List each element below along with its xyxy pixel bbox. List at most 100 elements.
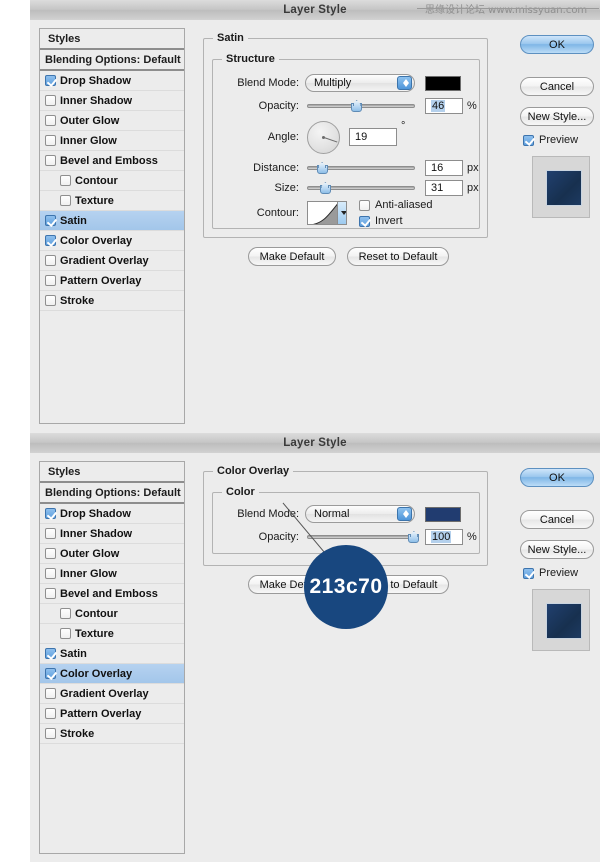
- dialog2-styles-header: Styles: [40, 462, 184, 483]
- checkbox-preview[interactable]: [523, 567, 534, 579]
- slider-thumb[interactable]: [316, 162, 328, 174]
- checkbox-color-overlay[interactable]: [45, 668, 56, 679]
- cancel-button[interactable]: Cancel: [520, 510, 594, 529]
- sidebar-item-outer-glow[interactable]: Outer Glow: [40, 544, 184, 564]
- sidebar-item-satin[interactable]: Satin: [40, 644, 184, 664]
- checkbox-texture[interactable]: [60, 628, 71, 639]
- sidebar-item-label: Inner Glow: [60, 567, 117, 580]
- checkbox-inner-shadow[interactable]: [45, 528, 56, 539]
- angle-input[interactable]: 19: [349, 128, 397, 146]
- blend-mode-row: Blend Mode: Normal: [213, 505, 481, 523]
- new-style-button[interactable]: New Style...: [520, 540, 594, 559]
- new-style-button[interactable]: New Style...: [520, 107, 594, 126]
- styles-header-label: Styles: [48, 32, 81, 45]
- dialog1-blending-options[interactable]: Blending Options: Default: [40, 50, 184, 71]
- contour-preset-picker[interactable]: [307, 201, 347, 225]
- checkbox-satin[interactable]: [45, 215, 56, 226]
- sidebar-item-pattern-overlay[interactable]: Pattern Overlay: [40, 704, 184, 724]
- distance-input[interactable]: 16: [425, 160, 463, 176]
- sidebar-item-drop-shadow[interactable]: Drop Shadow: [40, 71, 184, 91]
- slider-thumb[interactable]: [319, 182, 331, 194]
- blend-color-swatch[interactable]: [425, 75, 461, 91]
- checkbox-satin[interactable]: [45, 648, 56, 659]
- preview-row[interactable]: Preview: [523, 567, 578, 579]
- sidebar-item-label: Satin: [60, 647, 87, 660]
- sidebar-item-texture[interactable]: Texture: [40, 624, 184, 644]
- sidebar-item-contour[interactable]: Contour: [40, 171, 184, 191]
- opacity-slider[interactable]: [307, 530, 420, 544]
- color-group-label: Color: [222, 486, 259, 498]
- make-default-label: Make Default: [259, 250, 325, 263]
- sidebar-item-inner-glow[interactable]: Inner Glow: [40, 131, 184, 151]
- slider-thumb[interactable]: [408, 531, 420, 543]
- checkbox-inner-glow[interactable]: [45, 135, 56, 146]
- blend-mode-select[interactable]: Normal: [305, 505, 415, 523]
- sidebar-item-satin[interactable]: Satin: [40, 211, 184, 231]
- sidebar-item-pattern-overlay[interactable]: Pattern Overlay: [40, 271, 184, 291]
- sidebar-item-gradient-overlay[interactable]: Gradient Overlay: [40, 251, 184, 271]
- sidebar-item-label: Texture: [75, 627, 114, 640]
- cancel-button[interactable]: Cancel: [520, 77, 594, 96]
- sidebar-item-stroke[interactable]: Stroke: [40, 724, 184, 744]
- checkbox-drop-shadow[interactable]: [45, 75, 56, 86]
- checkbox-stroke[interactable]: [45, 295, 56, 306]
- preview-row[interactable]: Preview: [523, 134, 578, 146]
- checkbox-outer-glow[interactable]: [45, 548, 56, 559]
- checkbox-bevel-and-emboss[interactable]: [45, 155, 56, 166]
- sidebar-item-gradient-overlay[interactable]: Gradient Overlay: [40, 684, 184, 704]
- ok-button[interactable]: OK: [520, 468, 594, 487]
- sidebar-item-outer-glow[interactable]: Outer Glow: [40, 111, 184, 131]
- blend-mode-select[interactable]: Multiply: [305, 74, 415, 92]
- chevron-down-icon[interactable]: [337, 202, 346, 224]
- checkbox-preview[interactable]: [523, 134, 534, 146]
- opacity-slider[interactable]: [307, 99, 415, 113]
- reset-to-default-button[interactable]: Reset to Default: [347, 247, 449, 266]
- sidebar-item-bevel-and-emboss[interactable]: Bevel and Emboss: [40, 584, 184, 604]
- sidebar-item-inner-shadow[interactable]: Inner Shadow: [40, 524, 184, 544]
- angle-dial[interactable]: [307, 120, 340, 154]
- sidebar-item-color-overlay[interactable]: Color Overlay: [40, 664, 184, 684]
- sidebar-item-inner-glow[interactable]: Inner Glow: [40, 564, 184, 584]
- checkbox-contour[interactable]: [60, 175, 71, 186]
- checkbox-pattern-overlay[interactable]: [45, 275, 56, 286]
- make-default-button[interactable]: Make Default: [248, 247, 336, 266]
- checkbox-outer-glow[interactable]: [45, 115, 56, 126]
- sidebar-item-stroke[interactable]: Stroke: [40, 291, 184, 311]
- checkbox-inner-glow[interactable]: [45, 568, 56, 579]
- opacity-input[interactable]: 100: [425, 529, 463, 545]
- size-slider[interactable]: [307, 181, 415, 195]
- checkbox-inner-shadow[interactable]: [45, 95, 56, 106]
- checkbox-texture[interactable]: [60, 195, 71, 206]
- checkbox-invert[interactable]: [359, 215, 370, 227]
- slider-thumb[interactable]: [351, 100, 363, 112]
- sidebar-item-color-overlay[interactable]: Color Overlay: [40, 231, 184, 251]
- sidebar-item-contour[interactable]: Contour: [40, 604, 184, 624]
- invert-row[interactable]: Invert: [359, 215, 432, 227]
- size-input[interactable]: 31: [425, 180, 463, 196]
- sidebar-item-label: Drop Shadow: [60, 74, 131, 87]
- checkbox-anti-aliased[interactable]: [359, 199, 370, 211]
- sidebar-item-drop-shadow[interactable]: Drop Shadow: [40, 504, 184, 524]
- layer-preview-thumbnail: [532, 156, 590, 218]
- sidebar-item-label: Color Overlay: [60, 667, 133, 680]
- checkbox-drop-shadow[interactable]: [45, 508, 56, 519]
- checkbox-pattern-overlay[interactable]: [45, 708, 56, 719]
- ok-button[interactable]: OK: [520, 35, 594, 54]
- distance-slider[interactable]: [307, 161, 415, 175]
- dialog1-body: Styles Blending Options: Default Drop Sh…: [30, 20, 600, 434]
- checkbox-gradient-overlay[interactable]: [45, 255, 56, 266]
- sidebar-item-texture[interactable]: Texture: [40, 191, 184, 211]
- dialog2-blending-options[interactable]: Blending Options: Default: [40, 483, 184, 504]
- sidebar-item-label: Contour: [75, 174, 118, 187]
- sidebar-item-inner-shadow[interactable]: Inner Shadow: [40, 91, 184, 111]
- checkbox-contour[interactable]: [60, 608, 71, 619]
- anti-aliased-row[interactable]: Anti-aliased: [359, 199, 432, 211]
- checkbox-stroke[interactable]: [45, 728, 56, 739]
- opacity-input[interactable]: 46: [425, 98, 463, 114]
- blend-color-swatch[interactable]: [425, 506, 461, 522]
- checkbox-color-overlay[interactable]: [45, 235, 56, 246]
- checkbox-bevel-and-emboss[interactable]: [45, 588, 56, 599]
- sidebar-item-bevel-and-emboss[interactable]: Bevel and Emboss: [40, 151, 184, 171]
- checkbox-gradient-overlay[interactable]: [45, 688, 56, 699]
- opacity-row: Opacity: 100 %: [213, 529, 481, 545]
